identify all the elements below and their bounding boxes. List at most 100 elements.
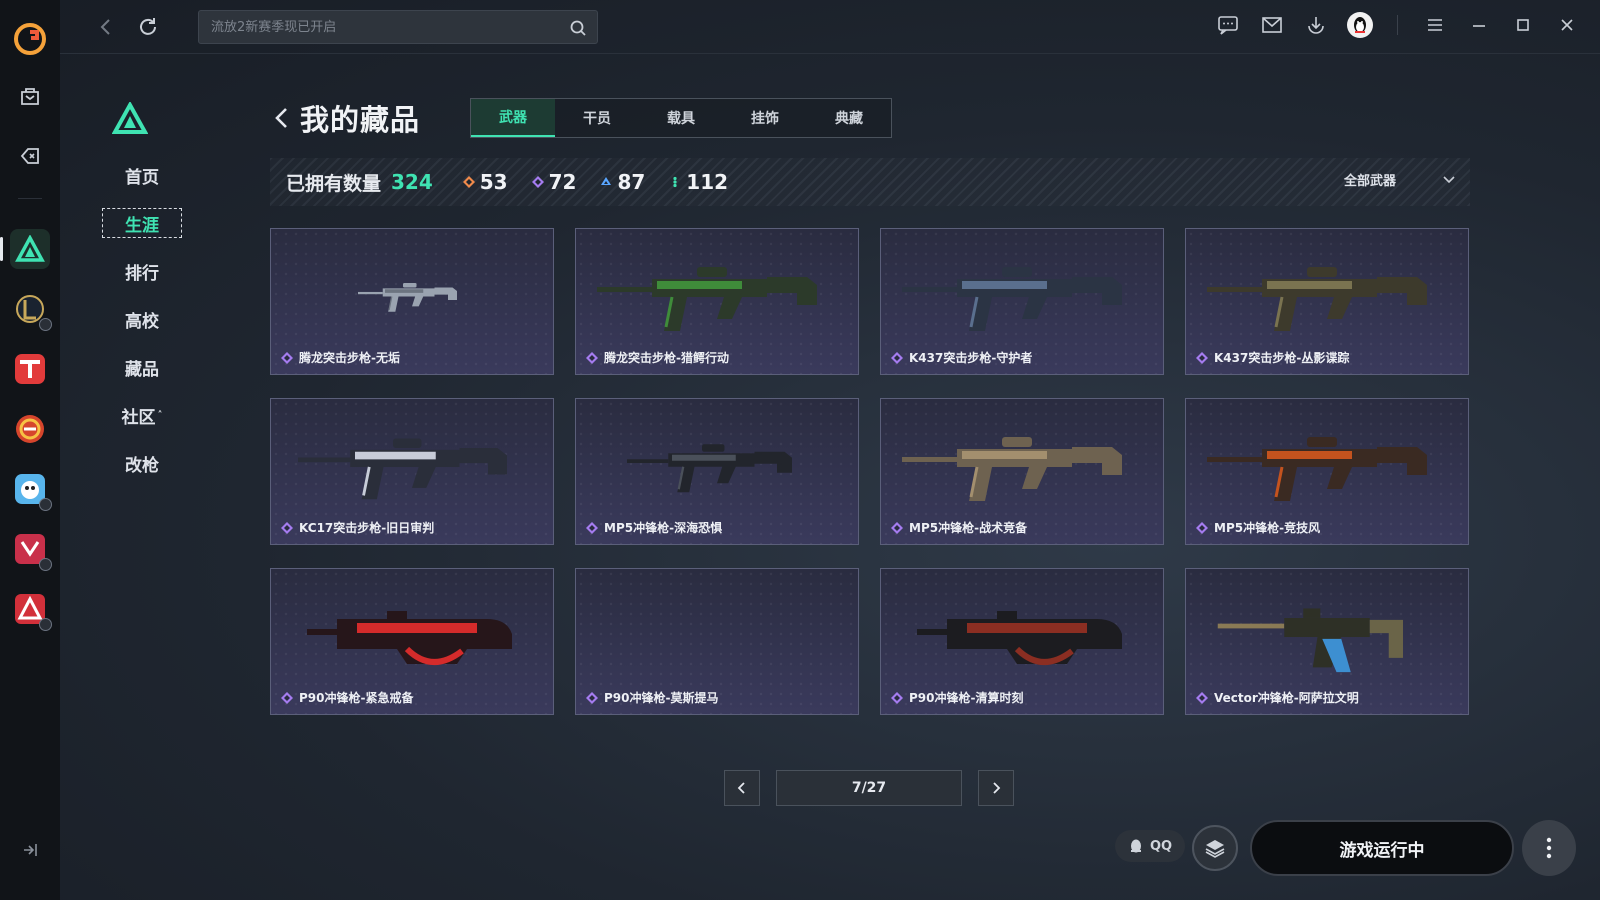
chat-icon[interactable] <box>1215 12 1241 38</box>
weapon-name: P90冲锋枪-紧急戒备 <box>299 691 414 705</box>
prev-page-button[interactable] <box>724 770 760 806</box>
game-delta-force[interactable] <box>0 229 50 269</box>
category-tabs: 武器 干员 载具 挂饰 典藏 <box>470 98 892 138</box>
search-icon[interactable] <box>569 19 587 37</box>
sidebar-item-label: 藏品 <box>125 359 159 380</box>
game-crossfire[interactable] <box>10 409 50 449</box>
weapon-name: P90冲锋枪-清算时刻 <box>909 691 1024 705</box>
download-badge-icon <box>39 618 52 631</box>
filter-label: 全部武器 <box>1343 174 1396 189</box>
collapse-sidebar-icon[interactable] <box>20 840 40 860</box>
purple-gem-icon <box>531 176 544 188</box>
weapon-name: MP5冲锋枪-深海恐惧 <box>604 521 723 535</box>
game-running-button[interactable]: 游戏运行中 <box>1250 820 1514 876</box>
weapon-card[interactable]: MP5冲锋枪-竞技风 <box>1185 398 1469 545</box>
weapon-name: KC17突击步枪-旧日审判 <box>299 521 435 535</box>
purple-gem-icon <box>281 521 293 534</box>
download-badge-icon <box>39 318 52 331</box>
purple-gem-icon <box>1196 521 1208 534</box>
game-tga[interactable] <box>10 349 50 389</box>
purple-gem-icon <box>891 351 903 364</box>
weapon-card-label: MP5冲锋枪-竞技风 <box>1196 519 1320 536</box>
weapon-name: K437突击步枪-丛影谍踪 <box>1214 351 1350 365</box>
tier-count: 53 <box>479 170 508 194</box>
weapon-name: Vector冲锋枪-阿萨拉文明 <box>1214 691 1359 705</box>
mail-icon[interactable] <box>1259 12 1285 38</box>
purple-gem-icon <box>891 691 903 704</box>
weapon-card[interactable]: P90冲锋枪-清算时刻 <box>880 568 1164 715</box>
sidebar-item-career[interactable]: 生涯 <box>102 208 182 238</box>
game-league-of-legends[interactable] <box>10 289 52 331</box>
close-icon[interactable] <box>1554 12 1580 38</box>
weapon-card-label: K437突击步枪-守护者 <box>891 349 1032 366</box>
stats-bar: 已拥有数量 324 53 72 87 112 全部武器 <box>270 158 1470 206</box>
sidebar-item-gunsmith[interactable]: 改枪 <box>102 448 182 478</box>
tier-stat-purple: 72 <box>531 170 576 194</box>
penguin-icon <box>1130 839 1141 853</box>
weapon-card-label: P90冲锋枪-莫斯提马 <box>586 689 718 706</box>
tab-vehicles[interactable]: 载具 <box>639 99 723 137</box>
back-arrow-icon[interactable] <box>270 103 294 133</box>
more-options-button[interactable] <box>1522 820 1576 876</box>
sidebar-item-home[interactable]: 首页 <box>102 160 182 190</box>
menu-icon[interactable] <box>1422 12 1448 38</box>
avatar[interactable] <box>1347 12 1373 38</box>
weapon-name: P90冲锋枪-莫斯提马 <box>604 691 719 705</box>
tag-icon[interactable] <box>10 136 50 176</box>
layers-icon <box>1205 840 1225 858</box>
tier-stat-blue: 87 <box>600 170 645 194</box>
nav-back-icon[interactable] <box>94 15 118 39</box>
rail-divider <box>18 198 42 199</box>
store-icon[interactable] <box>10 76 50 116</box>
game-apex[interactable] <box>10 589 52 631</box>
weapon-image <box>1207 437 1427 501</box>
next-page-button[interactable] <box>978 770 1014 806</box>
weapon-card[interactable]: KC17突击步枪-旧日审判 <box>270 398 554 545</box>
weapon-image <box>1207 267 1427 331</box>
purple-gem-icon <box>586 351 598 364</box>
weapon-card[interactable]: 腾龙突击步枪-猎鳄行动 <box>575 228 859 375</box>
sidebar-item-community[interactable]: 社区 ˄ <box>102 400 182 430</box>
tab-weapons[interactable]: 武器 <box>471 99 555 137</box>
maximize-icon[interactable] <box>1510 12 1536 38</box>
tab-operators[interactable]: 干员 <box>555 99 639 137</box>
download-badge-icon <box>39 558 52 571</box>
game-casual[interactable] <box>10 469 52 511</box>
weapon-image <box>902 437 1122 501</box>
title-row: 我的藏品 <box>270 98 420 138</box>
green-gem-icon <box>673 176 677 188</box>
weapon-image <box>358 282 457 312</box>
weapon-filter-dropdown[interactable]: 全部武器 <box>1344 170 1458 189</box>
purple-gem-icon <box>281 691 293 704</box>
sidebar-item-collection[interactable]: 藏品 <box>102 352 182 382</box>
app-logo-icon[interactable] <box>13 22 47 56</box>
overlay-button[interactable] <box>1192 825 1238 871</box>
weapon-card-label: K437突击步枪-丛影谍踪 <box>1196 349 1349 366</box>
game-valorant[interactable] <box>10 529 52 571</box>
weapon-card[interactable]: MP5冲锋枪-战术竞备 <box>880 398 1164 545</box>
weapon-card[interactable]: 腾龙突击步枪-无垢 <box>270 228 554 375</box>
weapon-card-label: 腾龙突击步枪-猎鳄行动 <box>586 349 729 366</box>
more-vertical-icon <box>1546 837 1552 859</box>
sidebar-item-label: 高校 <box>125 311 159 332</box>
weapon-card[interactable]: K437突击步枪-守护者 <box>880 228 1164 375</box>
weapon-card[interactable]: K437突击步枪-丛影谍踪 <box>1185 228 1469 375</box>
tab-charms[interactable]: 挂饰 <box>723 99 807 137</box>
tab-collectibles[interactable]: 典藏 <box>807 99 891 137</box>
weapon-name: MP5冲锋枪-战术竞备 <box>909 521 1028 535</box>
sidebar-item-college[interactable]: 高校 <box>102 304 182 334</box>
purple-gem-icon <box>586 521 598 534</box>
refresh-icon[interactable] <box>136 15 160 39</box>
download-icon[interactable] <box>1303 12 1329 38</box>
sidebar-nav: 首页 生涯 排行 高校 藏品 社区 ˄ 改枪 <box>102 160 182 496</box>
weapon-card[interactable]: P90冲锋枪-莫斯提马 <box>575 568 859 715</box>
sidebar-item-ranking[interactable]: 排行 <box>102 256 182 286</box>
weapon-image <box>627 444 792 493</box>
weapon-card[interactable]: Vector冲锋枪-阿萨拉文明 <box>1185 568 1469 715</box>
qq-button[interactable]: QQ <box>1115 830 1185 862</box>
weapon-card[interactable]: P90冲锋枪-紧急戒备 <box>270 568 554 715</box>
search-input[interactable] <box>199 11 597 43</box>
minimize-icon[interactable] <box>1466 12 1492 38</box>
weapon-card-label: MP5冲锋枪-深海恐惧 <box>586 519 722 536</box>
weapon-card[interactable]: MP5冲锋枪-深海恐惧 <box>575 398 859 545</box>
